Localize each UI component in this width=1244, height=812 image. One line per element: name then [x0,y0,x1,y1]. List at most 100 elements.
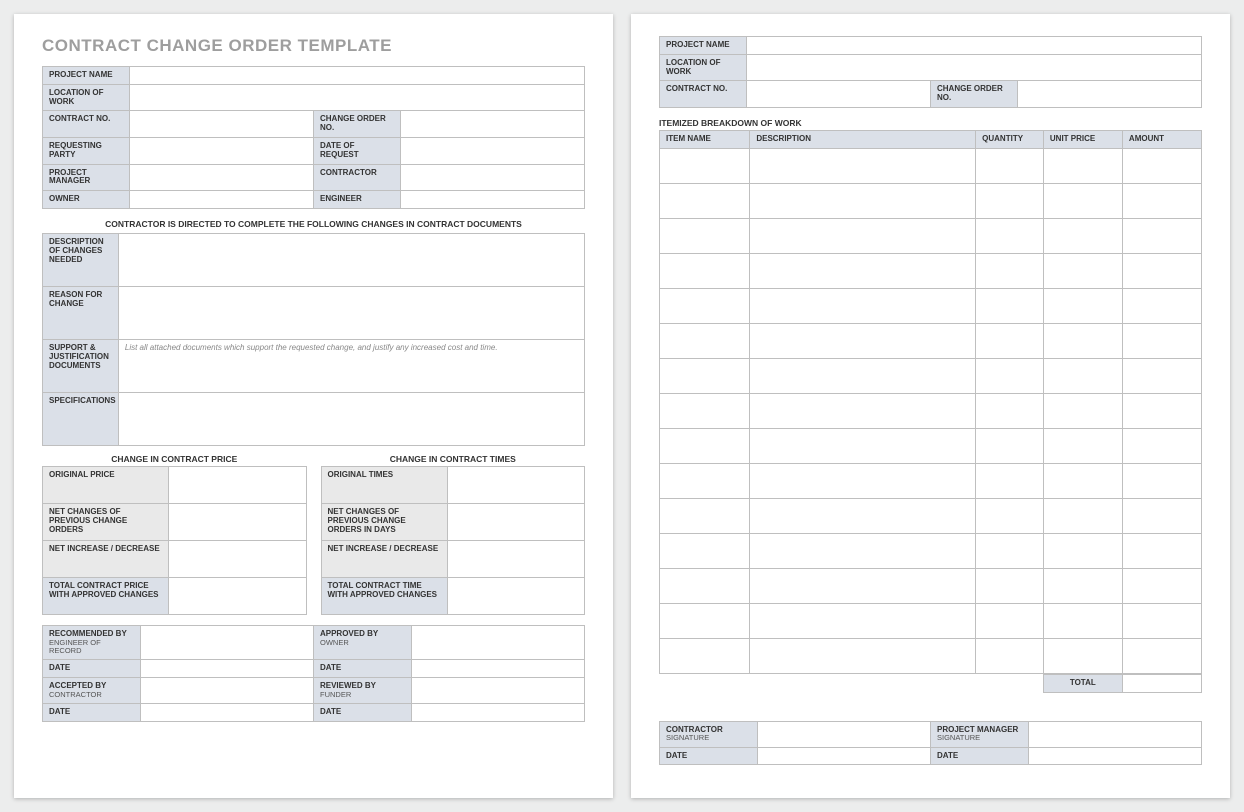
input-change-order-no-2[interactable] [1017,81,1201,108]
itemized-cell[interactable] [1043,428,1122,463]
input-requesting-party[interactable] [129,137,313,164]
itemized-cell[interactable] [1043,568,1122,603]
itemized-cell[interactable] [976,638,1044,673]
input-project-name[interactable] [129,67,584,85]
itemized-cell[interactable] [976,253,1044,288]
itemized-cell[interactable] [1122,218,1201,253]
input-date-1[interactable] [140,660,313,678]
itemized-cell[interactable] [976,568,1044,603]
itemized-cell[interactable] [660,603,750,638]
itemized-cell[interactable] [750,533,976,568]
itemized-cell[interactable] [1122,393,1201,428]
itemized-cell[interactable] [1043,638,1122,673]
input-project-name-2[interactable] [746,37,1201,55]
itemized-cell[interactable] [750,323,976,358]
itemized-cell[interactable] [1043,183,1122,218]
itemized-cell[interactable] [1122,638,1201,673]
itemized-cell[interactable] [1043,463,1122,498]
input-times-total[interactable] [447,577,584,614]
input-times-net-prev[interactable] [447,503,584,540]
itemized-cell[interactable] [750,393,976,428]
input-total[interactable] [1122,674,1201,692]
input-times-net-inc-dec[interactable] [447,540,584,577]
itemized-cell[interactable] [750,428,976,463]
itemized-cell[interactable] [1122,463,1201,498]
input-date-4[interactable] [411,704,584,722]
itemized-cell[interactable] [976,148,1044,183]
input-engineer[interactable] [400,191,584,209]
itemized-cell[interactable] [750,603,976,638]
input-date-of-request[interactable] [400,137,584,164]
itemized-cell[interactable] [660,638,750,673]
itemized-cell[interactable] [976,358,1044,393]
itemized-cell[interactable] [660,218,750,253]
itemized-cell[interactable] [660,358,750,393]
itemized-cell[interactable] [750,638,976,673]
input-contractor[interactable] [400,164,584,191]
itemized-cell[interactable] [660,428,750,463]
input-date-2[interactable] [411,660,584,678]
itemized-cell[interactable] [976,463,1044,498]
itemized-cell[interactable] [976,183,1044,218]
input-owner[interactable] [129,191,313,209]
itemized-cell[interactable] [1043,253,1122,288]
input-sig-pm[interactable] [1028,721,1201,747]
itemized-cell[interactable] [1122,428,1201,463]
itemized-cell[interactable] [1043,148,1122,183]
itemized-cell[interactable] [1122,323,1201,358]
itemized-cell[interactable] [976,533,1044,568]
itemized-cell[interactable] [976,428,1044,463]
input-price-net-prev[interactable] [169,503,306,540]
itemized-cell[interactable] [660,533,750,568]
input-location-of-work-2[interactable] [746,54,1201,81]
input-original-price[interactable] [169,466,306,503]
input-accepted-by[interactable] [140,678,313,704]
itemized-cell[interactable] [660,568,750,603]
itemized-cell[interactable] [750,253,976,288]
input-reviewed-by[interactable] [411,678,584,704]
input-date-3[interactable] [140,704,313,722]
itemized-cell[interactable] [750,358,976,393]
itemized-cell[interactable] [750,463,976,498]
itemized-cell[interactable] [750,218,976,253]
input-price-total[interactable] [169,577,306,614]
input-change-order-no[interactable] [400,111,584,138]
itemized-cell[interactable] [750,288,976,323]
input-sig-contractor[interactable] [757,721,930,747]
input-price-net-inc-dec[interactable] [169,540,306,577]
input-location-of-work[interactable] [129,84,584,111]
input-recommended-by[interactable] [140,625,313,659]
itemized-cell[interactable] [1043,393,1122,428]
itemized-cell[interactable] [976,498,1044,533]
itemized-cell[interactable] [1043,533,1122,568]
itemized-cell[interactable] [976,218,1044,253]
input-project-manager[interactable] [129,164,313,191]
itemized-cell[interactable] [976,393,1044,428]
itemized-cell[interactable] [1043,498,1122,533]
input-reason[interactable] [118,286,584,339]
itemized-cell[interactable] [976,323,1044,358]
itemized-cell[interactable] [1122,603,1201,638]
input-support-docs[interactable]: List all attached documents which suppor… [118,339,584,392]
input-contract-no[interactable] [129,111,313,138]
itemized-cell[interactable] [976,288,1044,323]
itemized-cell[interactable] [1122,533,1201,568]
itemized-cell[interactable] [1043,218,1122,253]
itemized-cell[interactable] [660,393,750,428]
itemized-cell[interactable] [1043,603,1122,638]
itemized-cell[interactable] [660,148,750,183]
itemized-cell[interactable] [1043,288,1122,323]
itemized-cell[interactable] [1122,288,1201,323]
itemized-cell[interactable] [1122,148,1201,183]
itemized-cell[interactable] [1122,498,1201,533]
input-approved-by[interactable] [411,625,584,659]
itemized-cell[interactable] [1122,358,1201,393]
itemized-cell[interactable] [750,568,976,603]
itemized-cell[interactable] [1043,323,1122,358]
itemized-cell[interactable] [660,183,750,218]
itemized-cell[interactable] [750,498,976,533]
input-specifications[interactable] [118,392,584,445]
itemized-cell[interactable] [1043,358,1122,393]
itemized-cell[interactable] [660,463,750,498]
itemized-cell[interactable] [1122,568,1201,603]
